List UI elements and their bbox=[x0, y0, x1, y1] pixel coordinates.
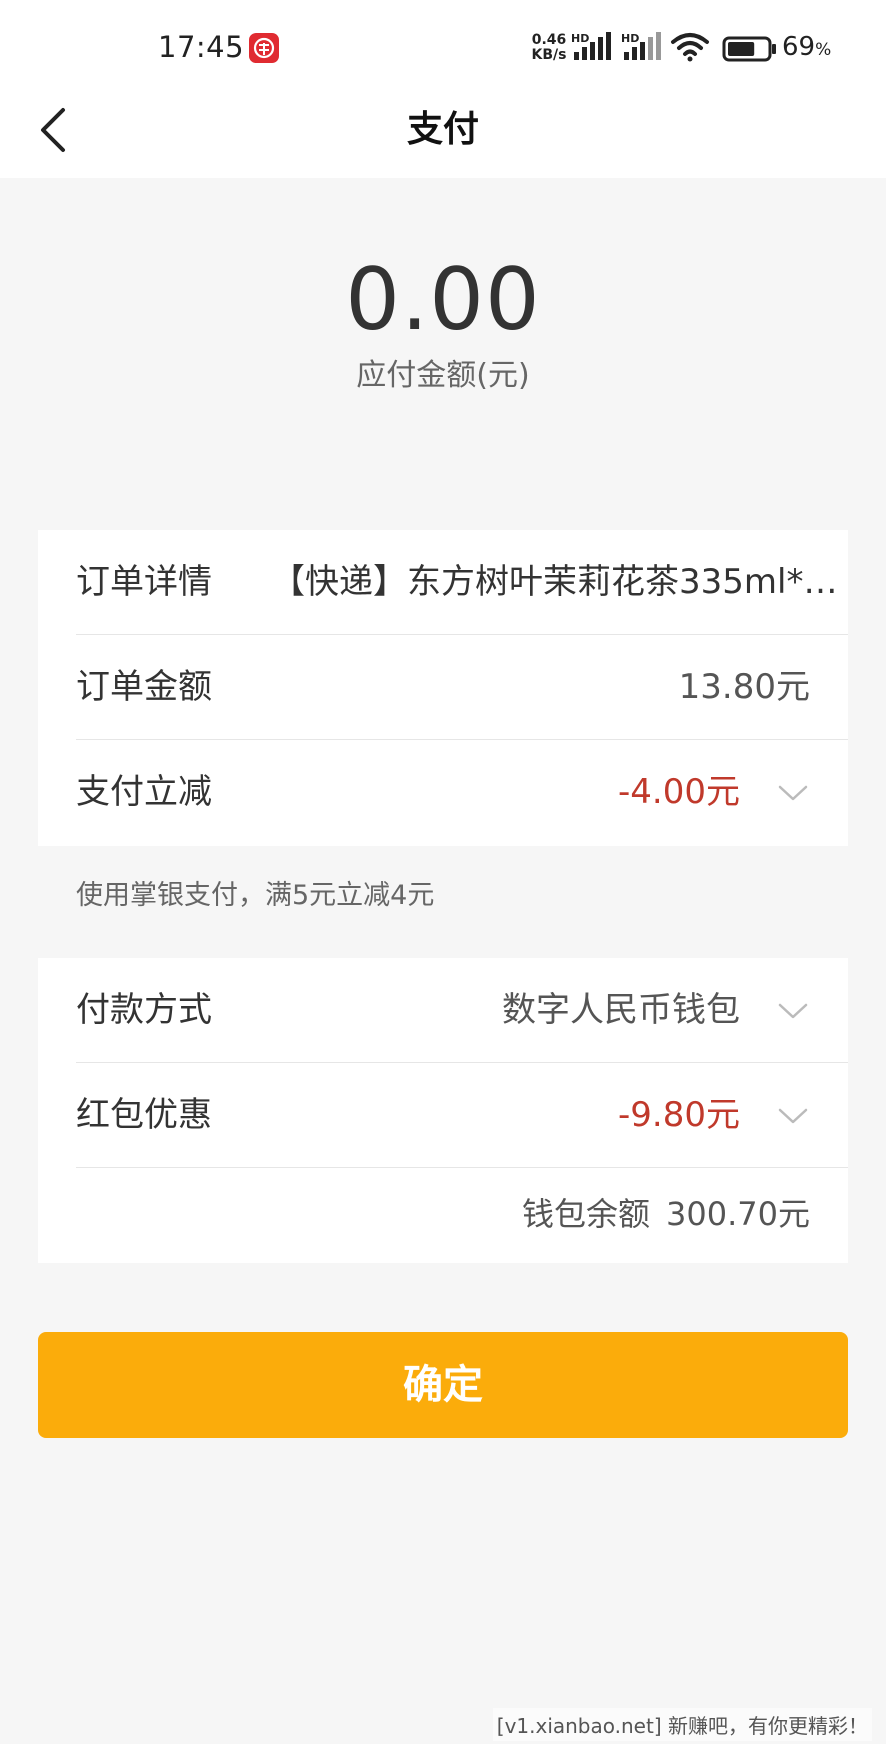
payable-amount: 0.00 bbox=[345, 250, 541, 350]
order-amount-row: 订单金额 13.80元 bbox=[76, 635, 848, 740]
chevron-left-icon bbox=[41, 108, 65, 152]
payment-method-row[interactable]: 付款方式 数字人民币钱包 bbox=[76, 958, 848, 1063]
network-speed: 0.46 KB/s bbox=[531, 32, 567, 63]
discount-tip: 使用掌银支付，满5元立减4元 bbox=[76, 880, 435, 911]
payable-amount-label: 应付金额(元) bbox=[356, 358, 530, 393]
payment-card: 付款方式 数字人民币钱包 红包优惠 -9.80元 钱包余额 300.70元 bbox=[38, 958, 848, 1263]
order-amount-value: 13.80元 bbox=[678, 667, 810, 707]
battery-icon bbox=[722, 36, 776, 62]
payment-discount-row[interactable]: 支付立减 -4.00元 bbox=[76, 740, 848, 845]
coupon-label: 红包优惠 bbox=[76, 1095, 212, 1135]
wallet-balance: 钱包余额 300.70元 bbox=[522, 1168, 810, 1260]
order-detail-label: 订单详情 bbox=[76, 562, 212, 602]
wallet-balance-row: 钱包余额 300.70元 bbox=[76, 1168, 848, 1260]
order-amount-label: 订单金额 bbox=[76, 667, 212, 707]
status-bar: 17:45 0.46 KB/s HD HD 69% bbox=[0, 0, 886, 92]
payment-discount-value: -4.00元 bbox=[618, 772, 740, 812]
confirm-button[interactable]: 确定 bbox=[38, 1332, 848, 1438]
page-title: 支付 bbox=[406, 109, 479, 150]
payment-method-value: 数字人民币钱包 bbox=[502, 990, 740, 1030]
coupon-value: -9.80元 bbox=[618, 1095, 740, 1135]
order-detail-value: 【快递】东方树叶茉莉花茶335ml*15瓶 bbox=[271, 562, 848, 602]
wifi-icon bbox=[671, 33, 709, 62]
chevron-down-icon bbox=[778, 785, 808, 801]
navigation-bar: 支付 bbox=[0, 92, 886, 178]
coupon-row[interactable]: 红包优惠 -9.80元 bbox=[76, 1063, 848, 1168]
payment-method-label: 付款方式 bbox=[76, 990, 212, 1030]
signal-icon-2 bbox=[624, 32, 661, 60]
battery-percent: 69% bbox=[782, 32, 832, 62]
signal-icon bbox=[574, 32, 611, 60]
order-detail-row: 订单详情 【快递】东方树叶茉莉花茶335ml*15瓶 bbox=[76, 530, 848, 635]
back-button[interactable] bbox=[30, 102, 90, 162]
payment-discount-label: 支付立减 bbox=[76, 772, 212, 812]
wallet-balance-value: 300.70元 bbox=[666, 1195, 810, 1233]
order-card: 订单详情 【快递】东方树叶茉莉花茶335ml*15瓶 订单金额 13.80元 支… bbox=[38, 530, 848, 846]
watermark-text: [v1.xianbao.net] 新赚吧，有你更精彩！ bbox=[492, 1708, 872, 1741]
wallet-balance-label: 钱包余额 bbox=[522, 1195, 651, 1233]
chevron-down-icon bbox=[778, 1003, 808, 1019]
chevron-down-icon bbox=[778, 1108, 808, 1124]
